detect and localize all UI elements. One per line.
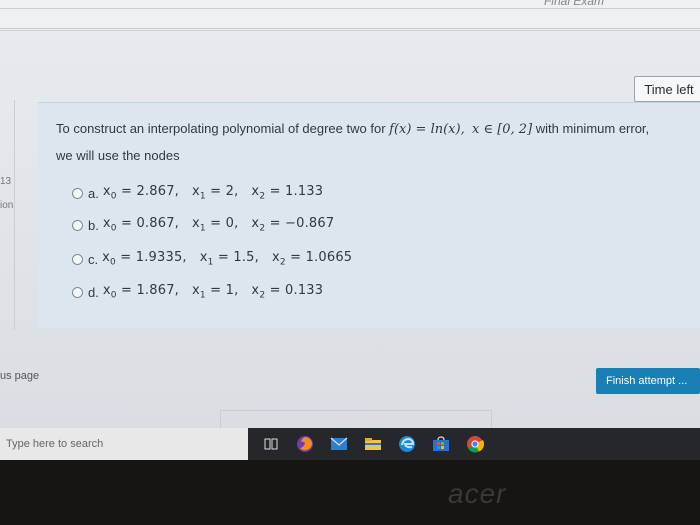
question-line-1: To construct an interpolating polynomial… (56, 121, 650, 137)
page-top-strip: Final Exam (0, 0, 700, 31)
answer-option-a[interactable]: a. x0 = 2.867, x1 = 2, x2 = 1.133 (72, 183, 323, 203)
firefox-icon[interactable] (294, 433, 316, 455)
radio-button[interactable] (72, 253, 83, 265)
file-explorer-icon[interactable] (362, 433, 384, 455)
radio-button[interactable] (72, 286, 83, 298)
question-number: 13 (0, 176, 12, 187)
question-info-label: ion (0, 200, 14, 211)
previous-page-link[interactable]: us page (0, 370, 39, 382)
store-icon[interactable] (430, 433, 452, 455)
radio-button[interactable] (72, 187, 83, 199)
question-line-2: we will use the nodes (56, 148, 180, 163)
edge-icon[interactable] (396, 433, 418, 455)
browser-screen: Final Exam 13 ion Time left To construct… (0, 0, 700, 460)
question-info-panel (0, 100, 15, 330)
answer-option-d[interactable]: d. x0 = 1.867, x1 = 1, x2 = 0.133 (72, 282, 323, 302)
domain-expression: x ∈ [0, 2] (471, 122, 533, 137)
time-left-button[interactable]: Time left (634, 76, 700, 102)
mail-icon[interactable] (328, 433, 350, 455)
answer-option-b[interactable]: b. x0 = 0.867, x1 = 0, x2 = −0.867 (72, 215, 334, 235)
question-text: To construct an interpolating polynomial… (56, 116, 696, 169)
function-expression: f(x) = ln(x), (389, 122, 465, 137)
chrome-icon[interactable] (464, 433, 486, 455)
answer-option-c[interactable]: c. x0 = 1.9335, x1 = 1.5, x2 = 1.0665 (72, 249, 352, 269)
taskbar-search-input[interactable]: Type here to search (0, 428, 248, 460)
windows-taskbar: Type here to search (0, 428, 700, 460)
laptop-brand-logo: acer (448, 478, 507, 509)
radio-button[interactable] (72, 219, 83, 231)
task-view-icon[interactable] (260, 433, 282, 455)
footer-divider (220, 410, 492, 429)
exam-title-partial: Final Exam (543, 0, 604, 8)
finish-attempt-button[interactable]: Finish attempt ... (596, 368, 700, 394)
